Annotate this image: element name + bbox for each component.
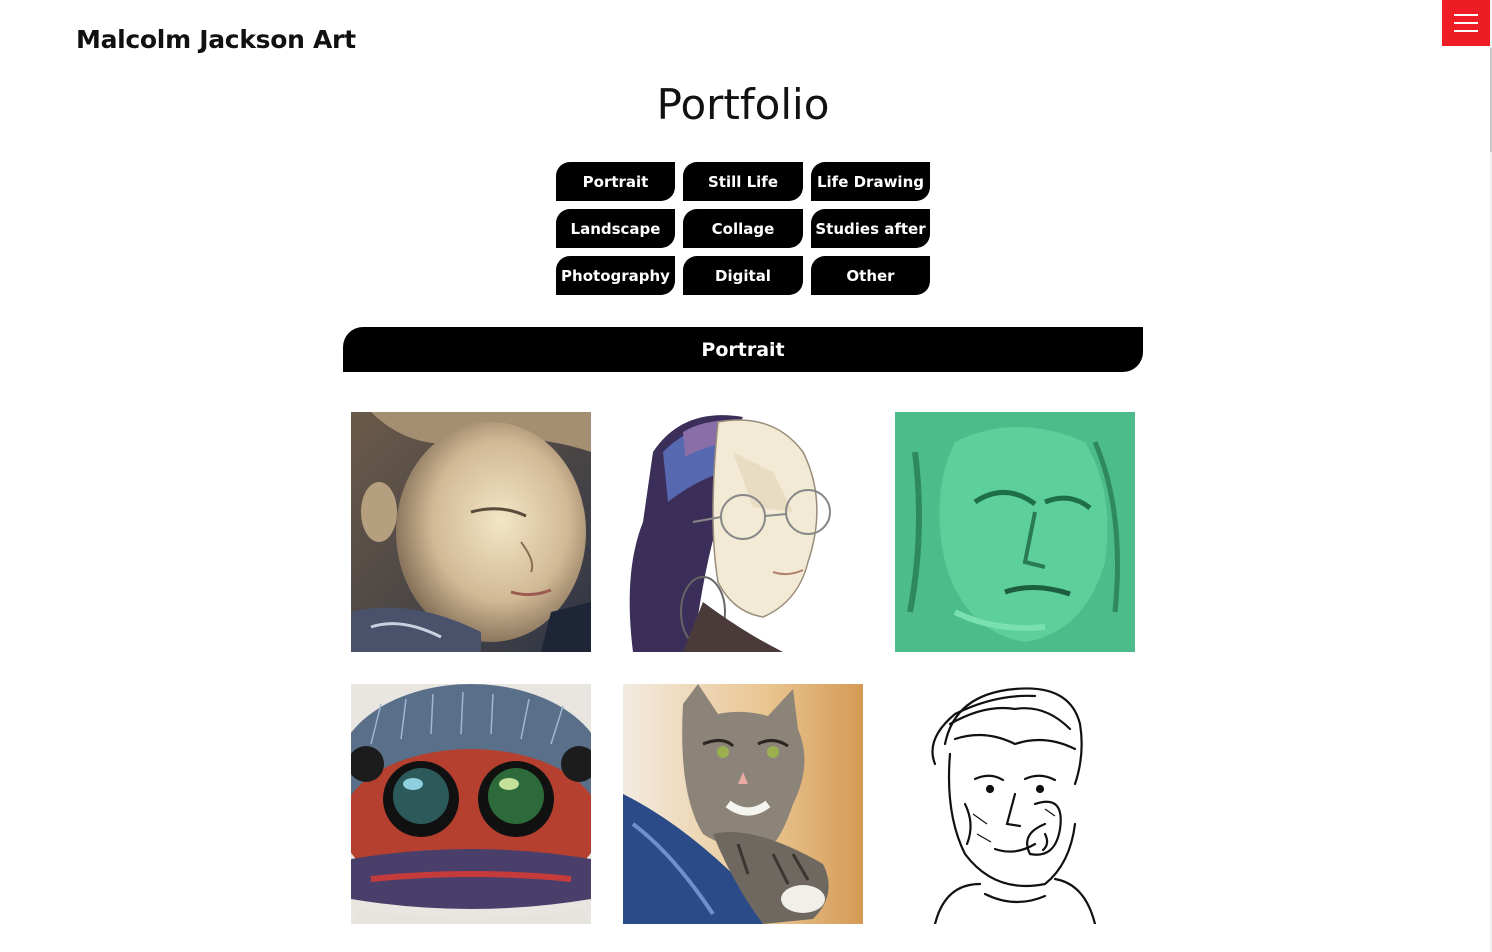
artwork-child-portrait[interactable] [351, 412, 591, 652]
portrait-gallery [351, 412, 1135, 924]
filter-button-photography[interactable]: Photography [556, 256, 675, 295]
section-heading: Portrait [343, 327, 1143, 372]
hamburger-menu-icon[interactable] [1442, 0, 1490, 46]
tabby-cat-image [623, 684, 863, 924]
filter-button-portrait[interactable]: Portrait [556, 162, 675, 201]
woman-glasses-image [623, 412, 863, 652]
site-title[interactable]: Malcolm Jackson Art [76, 25, 356, 54]
filter-button-studies-after[interactable]: Studies after [811, 209, 930, 248]
green-portrait-image [895, 412, 1135, 652]
filter-button-landscape[interactable]: Landscape [556, 209, 675, 248]
menu-bar [1454, 30, 1478, 32]
filter-button-digital[interactable]: Digital [683, 256, 803, 295]
filter-button-still-life[interactable]: Still Life [683, 162, 803, 201]
page-title: Portfolio [656, 80, 830, 129]
artwork-tabby-cat[interactable] [623, 684, 863, 924]
artwork-ink-boy[interactable] [895, 684, 1135, 924]
filter-button-collage[interactable]: Collage [683, 209, 803, 248]
artwork-spider-face[interactable] [351, 684, 591, 924]
artwork-green-portrait[interactable] [895, 412, 1135, 652]
menu-bar [1454, 14, 1478, 16]
category-filter-grid: Portrait Still Life Life Drawing Landsca… [556, 162, 930, 295]
spider-face-image [351, 684, 591, 924]
artwork-woman-glasses[interactable] [623, 412, 863, 652]
ink-boy-image [895, 684, 1135, 924]
menu-bar [1454, 22, 1478, 24]
filter-button-other[interactable]: Other [811, 256, 930, 295]
filter-button-life-drawing[interactable]: Life Drawing [811, 162, 930, 201]
child-portrait-image [351, 412, 591, 652]
